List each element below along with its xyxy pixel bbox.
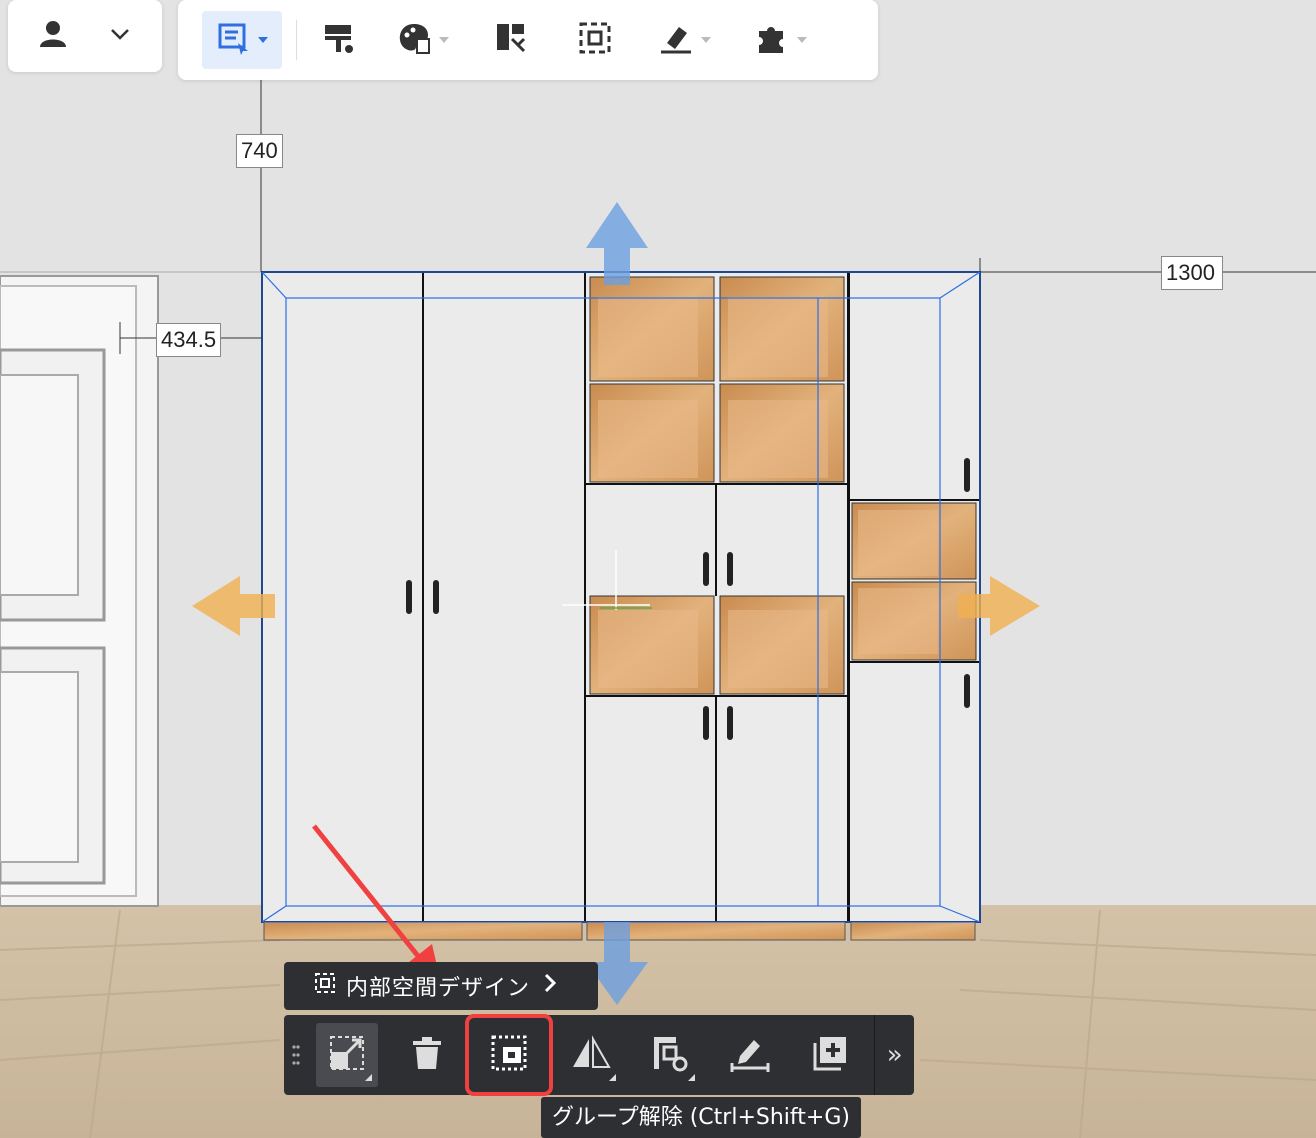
align-settings-icon [650,1033,690,1077]
caret-icon [797,37,807,43]
scale-icon [328,1034,366,1076]
height-dimension-label[interactable]: 740 [236,134,283,168]
ungroup-icon [490,1034,528,1076]
chevron-down-icon[interactable] [108,22,132,50]
duplicate-icon [811,1034,849,1076]
puzzle-icon [755,21,789,59]
mirror-icon [571,1035,611,1075]
split-button[interactable] [483,11,539,69]
caret-icon [258,37,268,43]
ungroup-button[interactable] [465,1014,553,1096]
duplicate-button[interactable] [799,1023,861,1087]
door[interactable] [0,275,159,907]
ungroup-tooltip: グループ解除 (Ctrl+Shift+G) [541,1097,861,1138]
select-mode-button[interactable] [202,11,282,69]
paint-button[interactable] [311,11,367,69]
frame-icon [314,972,336,1000]
user-icon[interactable] [38,19,68,53]
chevron-right-icon [540,972,560,1000]
drag-handle[interactable] [284,1015,307,1095]
interior-space-design-button[interactable]: 内部空間デザイン [284,962,598,1010]
material-button[interactable] [381,11,465,69]
mirror-button[interactable] [560,1023,622,1087]
trash-icon [410,1035,444,1075]
top-toolbar [178,0,878,80]
user-panel [8,0,162,72]
frame-select-icon [578,21,612,59]
caret-icon [439,37,449,43]
edit-ruler-icon [730,1034,770,1076]
palette-icon [397,21,431,59]
frame-button[interactable] [567,11,623,69]
edit-measure-button[interactable] [719,1023,781,1087]
offset-dimension-label[interactable]: 434.5 [156,323,222,357]
select-list-icon [216,21,250,59]
brush-icon [659,21,693,59]
plugin-button[interactable] [739,11,823,69]
interior-space-design-label: 内部空間デザイン [346,976,531,1001]
cabinet-left[interactable] [261,271,586,941]
scale-button[interactable] [316,1023,379,1087]
paint-roller-icon [322,21,356,59]
width-dimension-label[interactable]: 1300 [1161,256,1223,290]
delete-button[interactable] [396,1023,458,1087]
split-panel-icon [494,21,528,59]
brush-button[interactable] [643,11,727,69]
object-toolbar: » [284,1014,914,1096]
caret-icon [701,37,711,43]
3d-viewport[interactable] [0,0,1316,1138]
cabinet-middle[interactable] [584,271,849,941]
more-button[interactable]: » [875,1015,914,1095]
align-button[interactable] [640,1023,702,1087]
